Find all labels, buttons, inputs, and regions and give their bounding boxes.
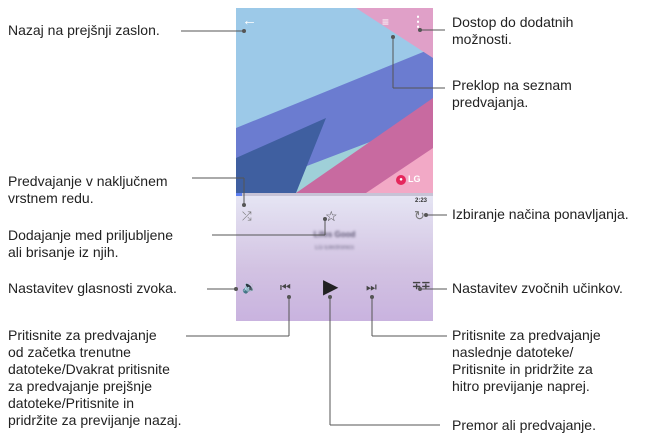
callout-line: ali brisanje iz njih. xyxy=(8,244,119,260)
callout-line: predvajanja. xyxy=(452,94,529,110)
callout-line: Predvajanje v naključnem xyxy=(8,173,168,189)
callout-shuffle: Predvajanje v naključnem vrstnem redu. xyxy=(8,173,168,207)
callout-line: pridržite za previjanje nazaj. xyxy=(8,412,182,428)
callout-line: Pritisnite za predvajanje xyxy=(8,327,157,343)
callout-line: naslednje datoteke/ xyxy=(452,344,574,360)
callout-previous: Pritisnite za predvajanje od začetka tre… xyxy=(8,327,182,429)
callout-line: hitro previjanje naprej. xyxy=(452,378,590,394)
callout-favorites: Dodajanje med priljubljene ali brisanje … xyxy=(8,227,173,261)
callout-line: od začetka trenutne xyxy=(8,344,131,360)
callout-line: Pritisnite in pridržite za xyxy=(452,361,593,377)
callout-line: datoteke/Pritisnite in xyxy=(8,395,135,411)
callout-back: Nazaj na prejšnji zaslon. xyxy=(8,22,160,38)
callout-volume: Nastavitev glasnosti zvoka. xyxy=(8,280,177,296)
callout-playlist: Preklop na seznam predvajanja. xyxy=(452,77,572,111)
callout-line: Pritisnite za predvajanje xyxy=(452,327,601,343)
callout-repeat: Izbiranje načina ponavljanja. xyxy=(452,206,629,222)
callout-line: za predvajanje prejšnje xyxy=(8,378,152,394)
callout-more-options: Dostop do dodatnih možnosti. xyxy=(452,14,573,48)
callout-line: Dodajanje med priljubljene xyxy=(8,227,173,243)
callout-next: Pritisnite za predvajanje naslednje dato… xyxy=(452,327,601,395)
callout-line: datoteke/Dvakrat pritisnite xyxy=(8,361,170,377)
callout-line: Preklop na seznam xyxy=(452,77,572,93)
callout-line: Dostop do dodatnih xyxy=(452,14,574,30)
callout-play-pause: Premor ali predvajanje. xyxy=(452,417,596,433)
callout-effects: Nastavitev zvočnih učinkov. xyxy=(452,280,623,296)
callout-line: vrstnem redu. xyxy=(8,190,94,206)
callout-line: možnosti. xyxy=(452,31,512,47)
